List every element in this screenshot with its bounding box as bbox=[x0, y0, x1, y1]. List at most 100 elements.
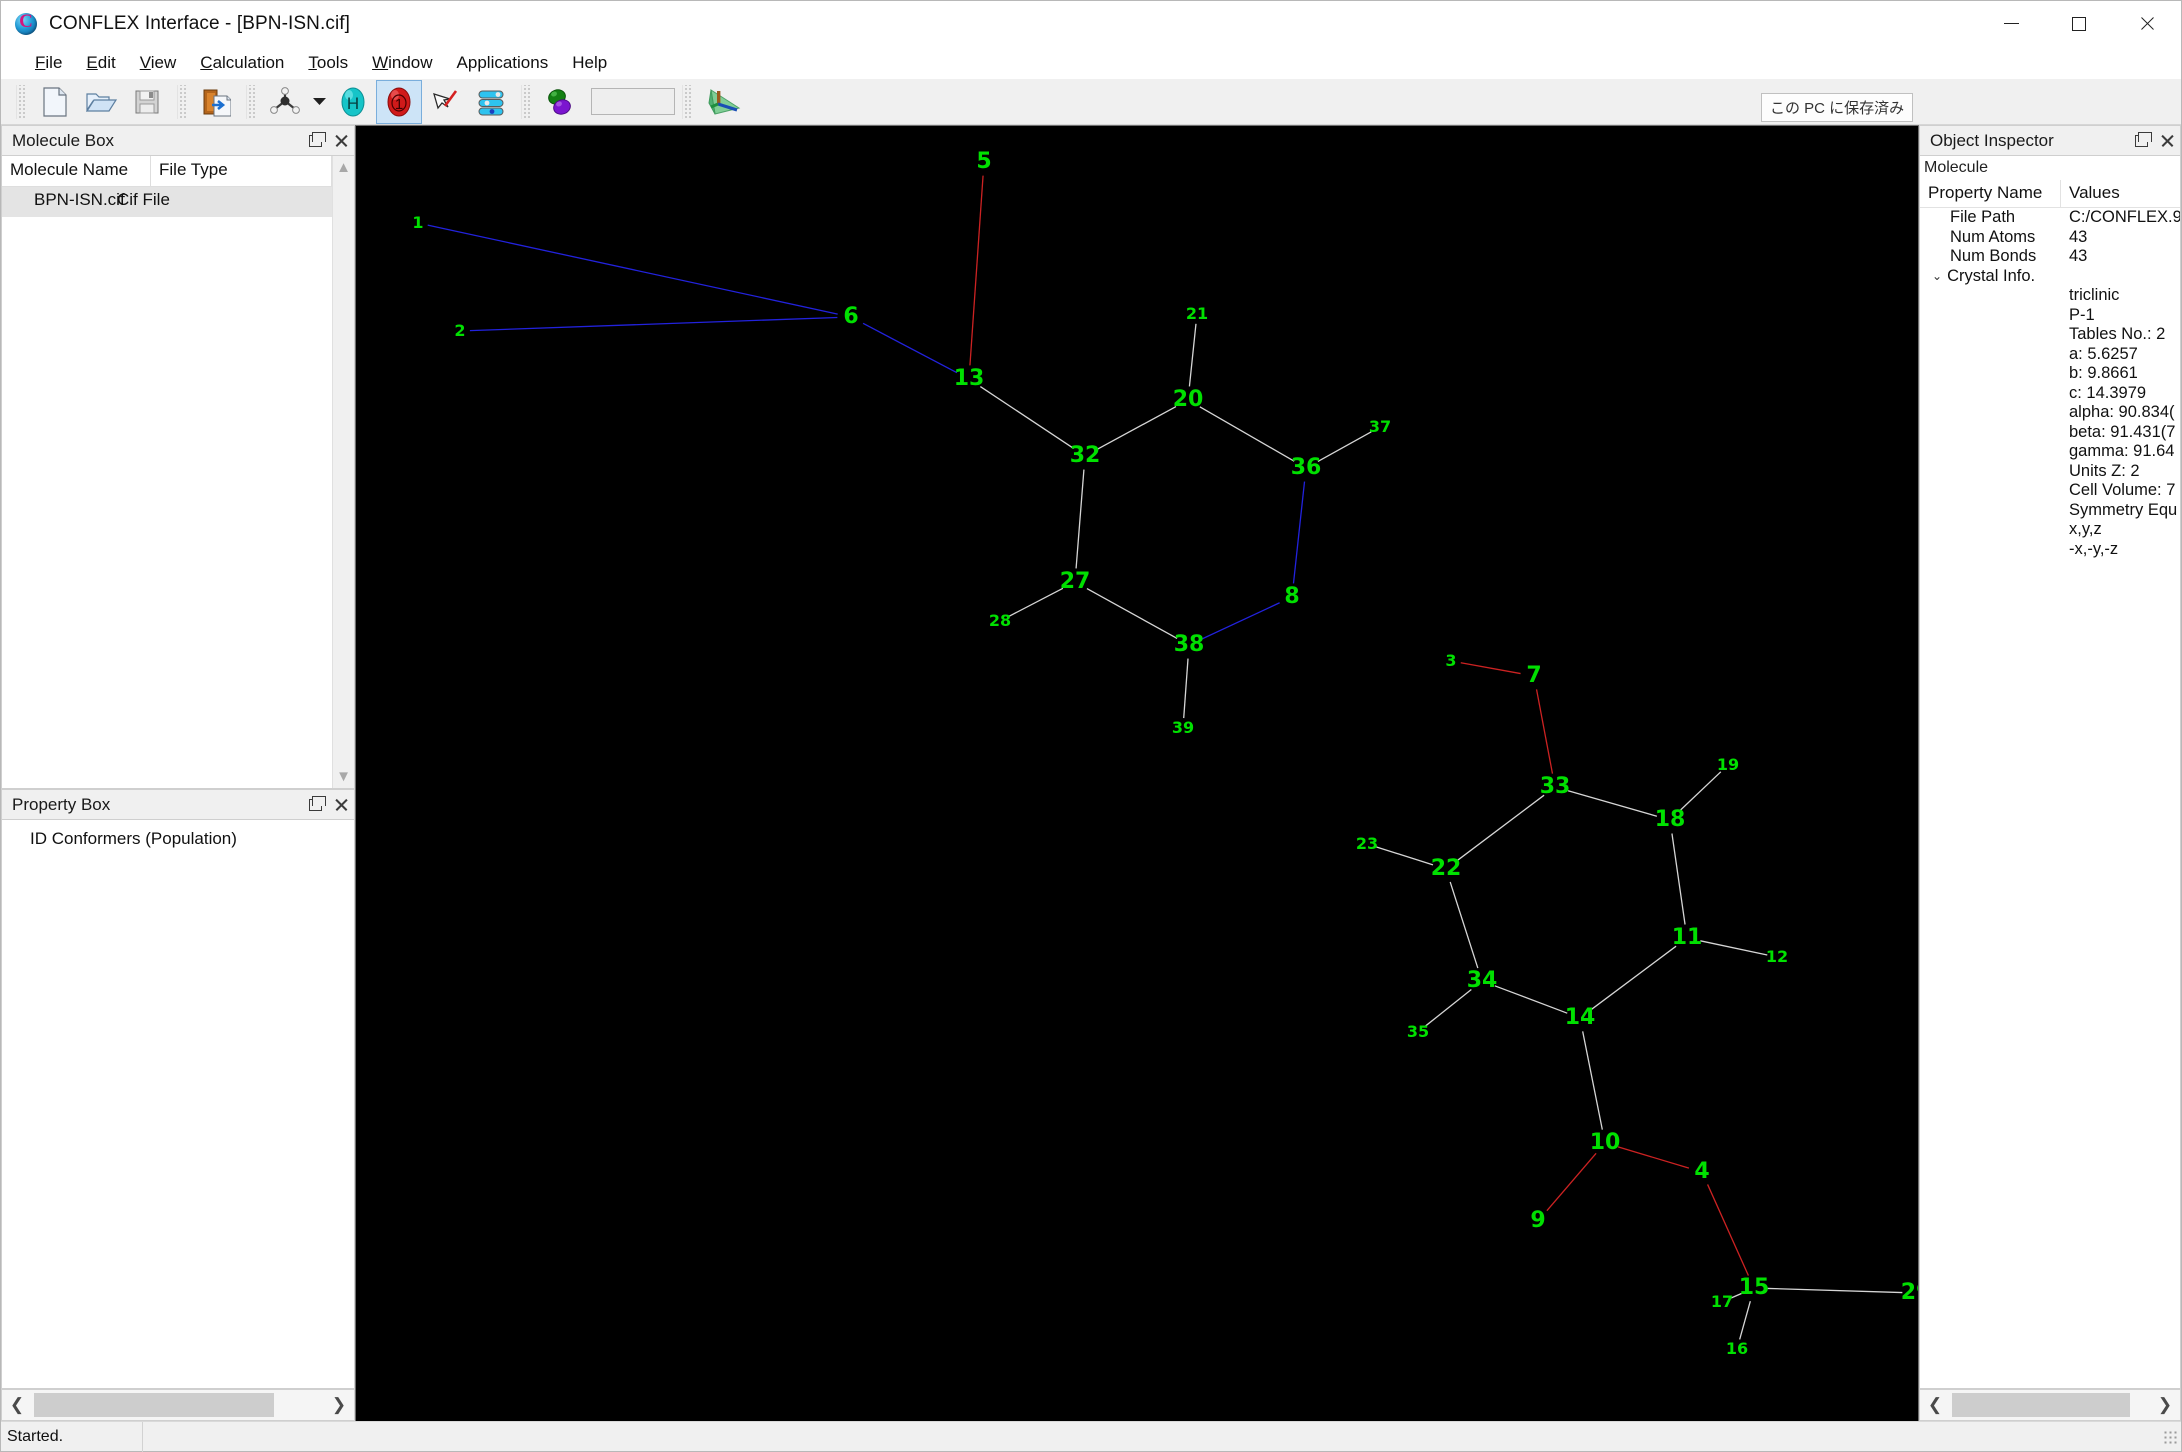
property-value-cell: Cell Volume: 7 bbox=[2069, 481, 2176, 499]
close-button[interactable] bbox=[2113, 1, 2181, 47]
conflex-main-window: CONFLEX Interface - [BPN-ISN.cif] File E… bbox=[0, 0, 2182, 1452]
property-value-cell: Tables No.: 2 bbox=[2069, 325, 2166, 343]
crystal-axes-button[interactable] bbox=[699, 81, 751, 123]
column-header-molecule-name[interactable]: Molecule Name bbox=[2, 156, 151, 186]
object-inspector-row[interactable]: P-1 bbox=[1920, 306, 2180, 326]
toolbar-grip-5[interactable] bbox=[682, 84, 691, 119]
object-inspector-row[interactable]: c: 14.3979 bbox=[1920, 384, 2180, 404]
new-document-button[interactable] bbox=[33, 81, 77, 123]
column-header-values[interactable]: Values bbox=[2061, 180, 2180, 207]
resize-grip-icon[interactable] bbox=[2163, 1429, 2177, 1444]
close-icon bbox=[2139, 16, 2155, 32]
toolbar-grip-2[interactable] bbox=[177, 84, 186, 119]
menu-view[interactable]: View bbox=[128, 50, 189, 76]
object-inspector-row[interactable]: Units Z: 2 bbox=[1920, 462, 2180, 482]
save-button[interactable] bbox=[125, 81, 169, 123]
bond-line bbox=[1199, 406, 1295, 462]
toolbar-combo-input[interactable] bbox=[591, 88, 675, 115]
menu-help[interactable]: Help bbox=[560, 50, 619, 76]
menu-tools[interactable]: Tools bbox=[296, 50, 360, 76]
object-inspector-row[interactable]: Tables No.: 2 bbox=[1920, 325, 2180, 345]
list-item[interactable]: ID Conformers (Population) bbox=[30, 829, 354, 849]
object-inspector-close-button[interactable] bbox=[2154, 128, 2180, 154]
hydrogen-atom-icon: H bbox=[341, 87, 365, 116]
property-box-horizontal-scrollbar[interactable]: ❮ ❯ bbox=[1, 1389, 355, 1421]
chevron-right-icon[interactable]: ❯ bbox=[324, 1390, 354, 1420]
object-inspector-row[interactable]: x,y,z bbox=[1920, 520, 2180, 540]
object-inspector-row[interactable]: triclinic bbox=[1920, 286, 2180, 306]
object-inspector-row[interactable]: ⌄ Crystal Info. bbox=[1920, 267, 2180, 287]
object-inspector-title: Object Inspector bbox=[1930, 130, 2054, 150]
molecule-model-button[interactable] bbox=[263, 81, 307, 123]
new-document-icon bbox=[43, 86, 67, 117]
orbital-button[interactable] bbox=[538, 81, 582, 123]
molecule-box-vertical-scrollbar[interactable]: ▲ ▼ bbox=[332, 156, 354, 788]
object-inspector-row[interactable]: a: 5.6257 bbox=[1920, 345, 2180, 365]
property-value-cell: alpha: 90.834( bbox=[2069, 403, 2175, 421]
maximize-button[interactable] bbox=[2045, 1, 2113, 47]
object-inspector-row[interactable]: beta: 91.431(7 bbox=[1920, 423, 2180, 443]
property-box-float-button[interactable] bbox=[302, 792, 328, 818]
menu-applications[interactable]: Applications bbox=[445, 50, 561, 76]
property-name-cell bbox=[1920, 520, 2061, 540]
chevron-up-icon[interactable]: ▲ bbox=[336, 160, 351, 175]
table-row[interactable]: BPN-ISN.cif Cif File bbox=[2, 187, 332, 217]
status-message: Started. bbox=[1, 1421, 143, 1452]
scrollbar-thumb[interactable] bbox=[34, 1393, 274, 1417]
menu-bar: File Edit View Calculation Tools Window … bbox=[1, 47, 2181, 79]
bond-line bbox=[469, 316, 838, 332]
chevron-left-icon[interactable]: ❮ bbox=[1920, 1390, 1950, 1420]
molecule-box-close-button[interactable] bbox=[328, 128, 354, 154]
molecule-box-float-button[interactable] bbox=[302, 128, 328, 154]
molecule-box-titlebar: Molecule Box bbox=[1, 125, 355, 156]
show-atom-numbers-button[interactable]: 1 bbox=[376, 79, 422, 124]
minimize-button[interactable] bbox=[1977, 1, 2045, 47]
bond-layer bbox=[427, 175, 1903, 1340]
object-inspector-row[interactable]: alpha: 90.834( bbox=[1920, 403, 2180, 423]
menu-file[interactable]: File bbox=[23, 50, 74, 76]
object-inspector-row[interactable]: gamma: 91.64 bbox=[1920, 442, 2180, 462]
column-header-property-name[interactable]: Property Name bbox=[1920, 180, 2061, 207]
toolbar-grip[interactable] bbox=[16, 84, 25, 119]
chevron-down-icon[interactable]: ⌄ bbox=[1932, 270, 1942, 282]
column-header-file-type[interactable]: File Type bbox=[151, 156, 332, 186]
object-inspector-row[interactable]: b: 9.8661 bbox=[1920, 364, 2180, 384]
bond-line bbox=[1700, 940, 1768, 956]
property-name-cell bbox=[1920, 286, 2061, 306]
chevron-down-icon[interactable]: ▼ bbox=[336, 769, 351, 784]
menu-edit[interactable]: Edit bbox=[74, 50, 127, 76]
import-button[interactable] bbox=[194, 81, 238, 123]
object-inspector-row[interactable]: File Path C:/CONFLEX.9 bbox=[1920, 208, 2180, 228]
property-box-close-button[interactable] bbox=[328, 792, 354, 818]
bond-line bbox=[1317, 431, 1372, 462]
toolbar-grip-4[interactable] bbox=[521, 84, 530, 119]
bond-line bbox=[1460, 662, 1521, 675]
chevron-right-icon[interactable]: ❯ bbox=[2150, 1390, 2180, 1420]
property-value-cell: a: 5.6257 bbox=[2069, 344, 2138, 363]
bond-line bbox=[969, 175, 984, 366]
menu-window[interactable]: Window bbox=[360, 50, 444, 76]
chevron-left-icon[interactable]: ❮ bbox=[2, 1390, 32, 1420]
molecule-box-title: Molecule Box bbox=[12, 130, 115, 150]
cell-molecule-name: BPN-ISN.cif bbox=[34, 190, 125, 209]
object-inspector-float-button[interactable] bbox=[2128, 128, 2154, 154]
toolbar-grip-3[interactable] bbox=[246, 84, 255, 119]
object-inspector-row[interactable]: Symmetry Equ bbox=[1920, 501, 2180, 521]
molecule-3d-viewport[interactable]: 1234567891011121314151617181920212223242… bbox=[355, 125, 1919, 1421]
select-pointer-button[interactable] bbox=[423, 81, 467, 123]
object-inspector-horizontal-scrollbar[interactable]: ❮ ❯ bbox=[1919, 1389, 2181, 1421]
show-hydrogen-button[interactable]: H bbox=[331, 81, 375, 123]
open-folder-button[interactable] bbox=[79, 81, 123, 123]
menu-calculation[interactable]: Calculation bbox=[188, 50, 296, 76]
molecule-dropdown-button[interactable] bbox=[309, 81, 329, 123]
layers-list-button[interactable] bbox=[469, 81, 513, 123]
object-inspector-row[interactable]: Num Atoms 43 bbox=[1920, 228, 2180, 248]
menu-tools-label: ools bbox=[316, 53, 349, 72]
object-inspector-row[interactable]: Cell Volume: 7 bbox=[1920, 481, 2180, 501]
select-pointer-icon bbox=[433, 89, 458, 109]
property-value-cell: gamma: 91.64 bbox=[2069, 442, 2175, 460]
object-inspector-row[interactable]: -x,-y,-z bbox=[1920, 540, 2180, 560]
object-inspector-row[interactable]: Num Bonds 43 bbox=[1920, 247, 2180, 267]
bond-line bbox=[1456, 794, 1545, 862]
scrollbar-thumb[interactable] bbox=[1952, 1393, 2130, 1417]
